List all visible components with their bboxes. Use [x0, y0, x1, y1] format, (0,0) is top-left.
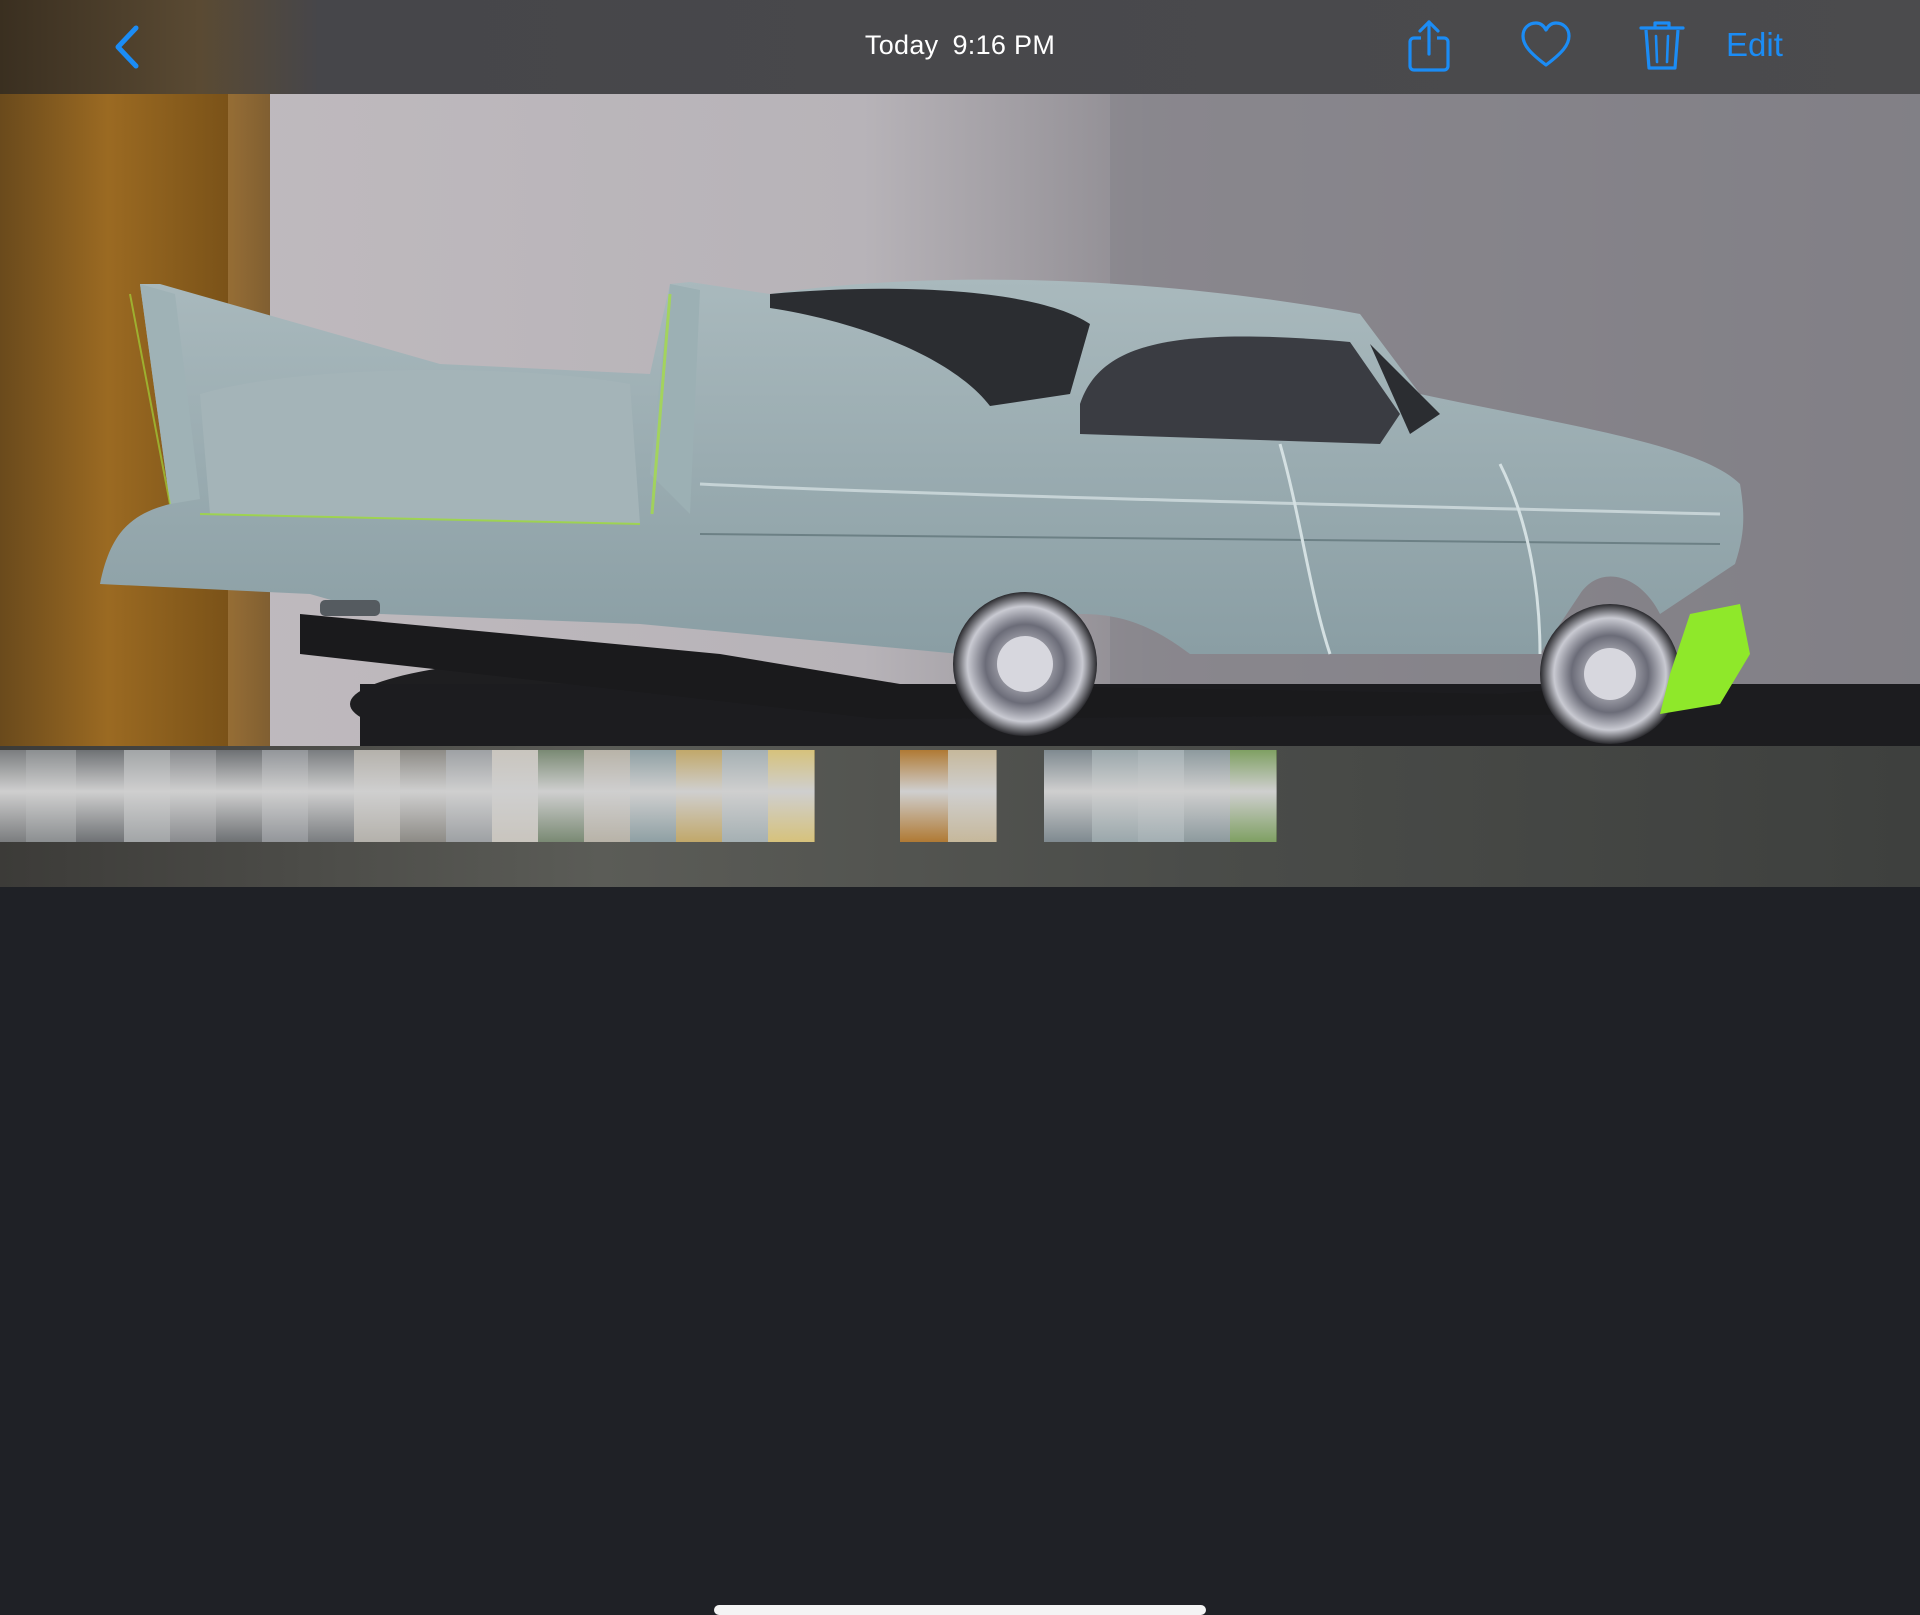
photo-thumbnail[interactable]: [1138, 750, 1185, 842]
photo-thumbnail[interactable]: [262, 750, 309, 842]
heart-icon: [1521, 21, 1571, 67]
photo-thumbnail[interactable]: [492, 750, 539, 842]
share-button[interactable]: [1401, 18, 1457, 74]
model-car-photo[interactable]: [0, 94, 1920, 746]
photo-thumbnail[interactable]: [584, 750, 631, 842]
photo-thumbnail[interactable]: [26, 750, 77, 842]
photo-thumbnail[interactable]: [1044, 750, 1093, 842]
photo-thumbnail[interactable]: [768, 750, 815, 842]
top-toolbar: Today 9:16 PM Edit: [0, 0, 1920, 94]
photo-thumbnail[interactable]: [1184, 750, 1231, 842]
photo-thumbnail[interactable]: [308, 750, 355, 842]
time-label: 9:16 PM: [952, 30, 1056, 60]
photo-content: [0, 94, 1920, 746]
photo-thumbnail[interactable]: [948, 750, 997, 842]
edit-button[interactable]: Edit: [1726, 26, 1783, 64]
back-button[interactable]: [108, 22, 148, 72]
photo-thumbnail[interactable]: [124, 750, 171, 842]
photo-thumbnail[interactable]: [76, 750, 125, 842]
photo-date-time: Today 9:16 PM: [760, 30, 1160, 61]
delete-button[interactable]: [1634, 18, 1690, 74]
photo-thumbnail[interactable]: [400, 750, 447, 842]
photo-thumbnail[interactable]: [630, 750, 677, 842]
photo-thumbnail[interactable]: [1230, 750, 1277, 842]
chevron-left-icon: [115, 25, 139, 69]
photo-thumbnail[interactable]: [170, 750, 217, 842]
trash-icon: [1639, 21, 1685, 70]
share-icon: [1408, 20, 1450, 72]
photo-thumbnail[interactable]: [538, 750, 585, 842]
date-label: Today: [864, 30, 939, 60]
home-indicator[interactable]: [714, 1605, 1206, 1615]
thumbnail-filmstrip[interactable]: [0, 746, 1920, 1615]
photo-thumbnail[interactable]: [0, 750, 27, 842]
photo-thumbnail[interactable]: [446, 750, 493, 842]
photo-thumbnail[interactable]: [216, 750, 263, 842]
photo-thumbnail[interactable]: [1092, 750, 1139, 842]
favorite-button[interactable]: [1518, 18, 1574, 74]
photo-thumbnail[interactable]: [676, 750, 723, 842]
photo-thumbnail[interactable]: [900, 750, 949, 842]
photo-thumbnail[interactable]: [722, 750, 769, 842]
photo-thumbnail[interactable]: [354, 750, 401, 842]
